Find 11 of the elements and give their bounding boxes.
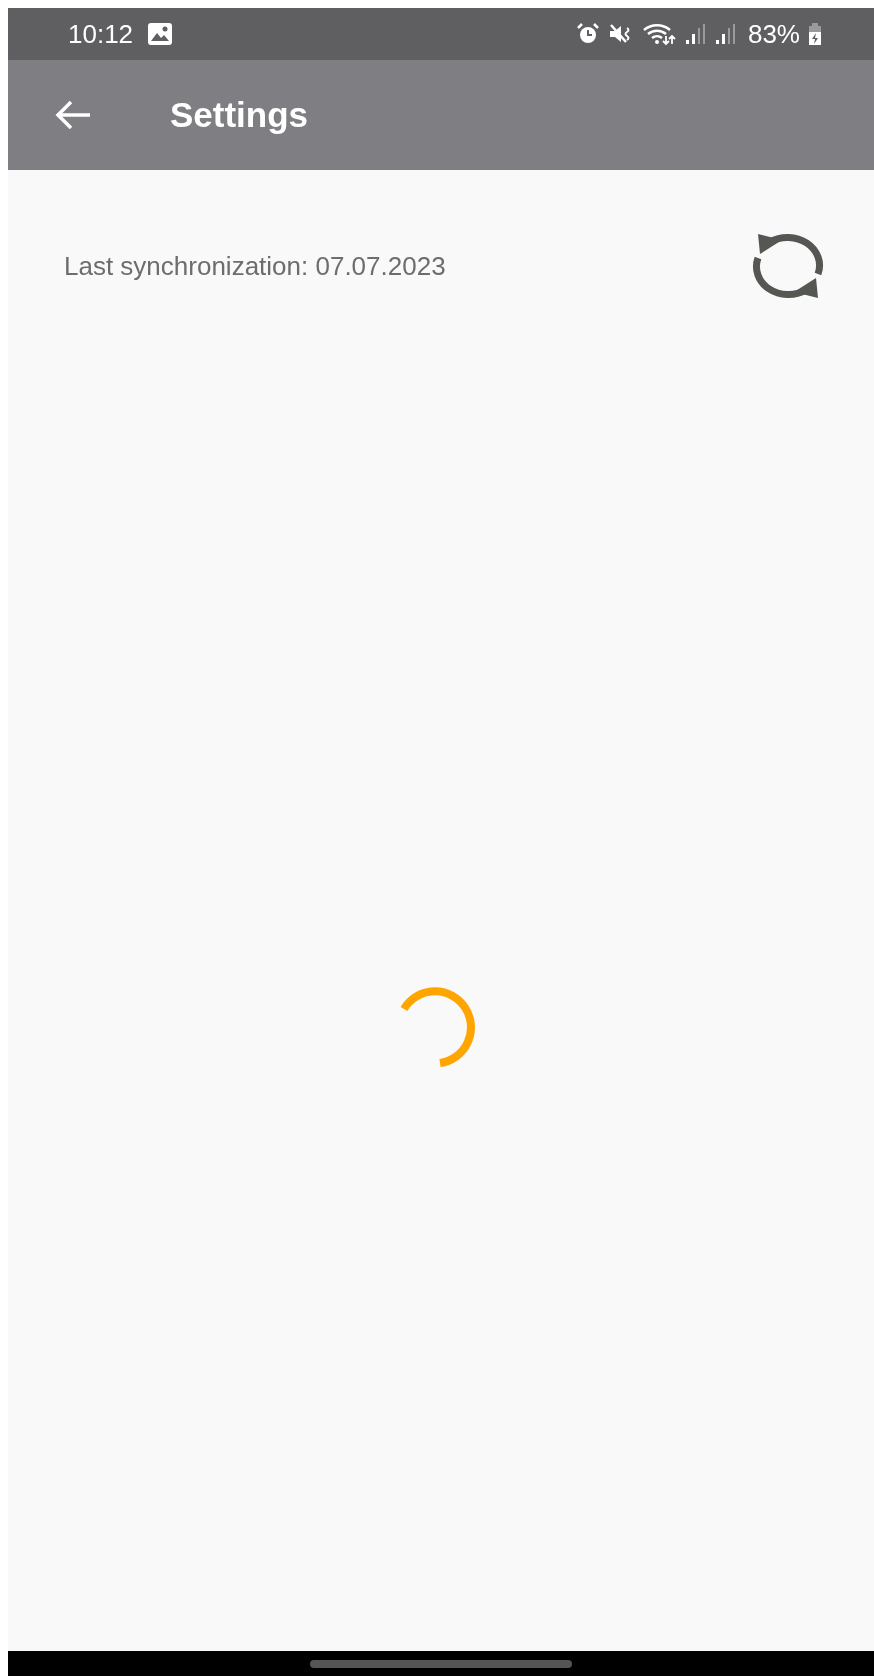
wifi-icon (641, 22, 676, 46)
signal-icon (683, 22, 706, 46)
battery-charging-icon (808, 22, 822, 46)
battery-percentage: 83% (747, 18, 800, 50)
image-icon (147, 22, 174, 46)
signal-icon (713, 22, 736, 46)
alarm-icon (575, 22, 600, 46)
home-handle[interactable] (310, 1659, 572, 1668)
last-sync-text: Last synchronization: 07.07.2023 (64, 250, 446, 282)
status-time: 10:12 (68, 18, 134, 50)
screen-title: Settings (170, 95, 309, 135)
